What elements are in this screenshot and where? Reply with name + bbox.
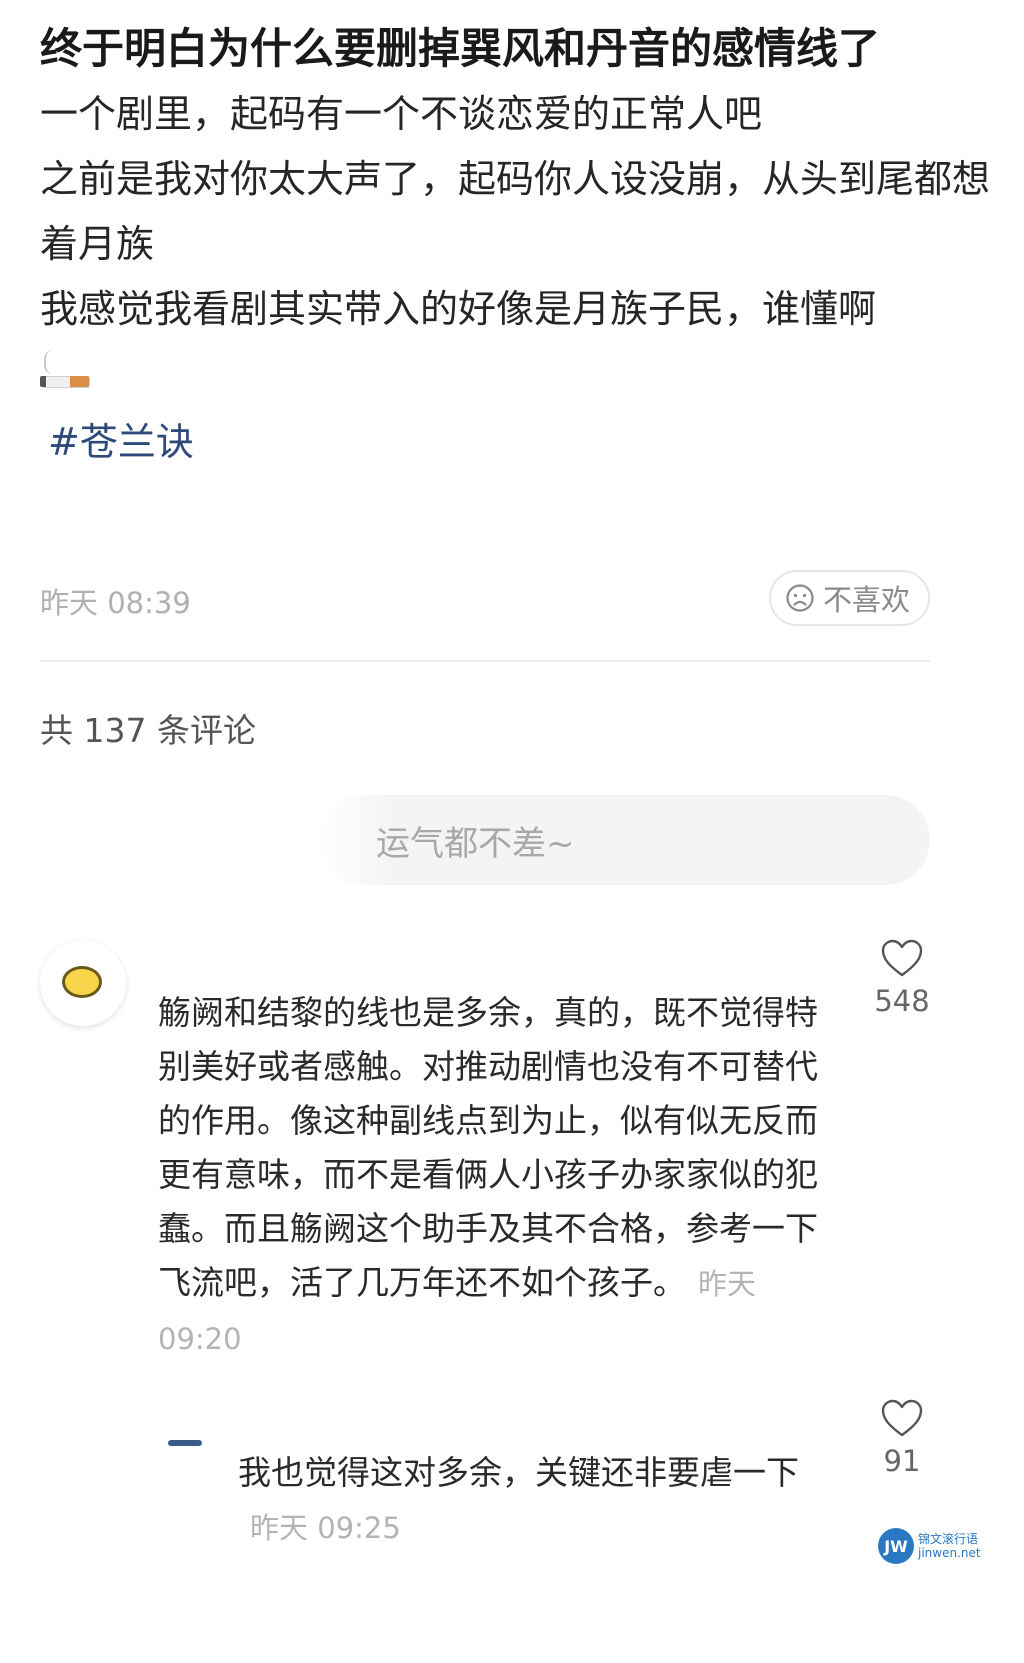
comment-count: 共 137 条评论 xyxy=(40,711,256,750)
comment-text: 觞阙和结黎的线也是多余，真的，既不觉得特别美好或者感触。对推动剧情也没有不可替代… xyxy=(158,986,848,1366)
post-line: 我感觉我看剧其实带入的好像是月族子民，谁懂啊 xyxy=(40,287,877,331)
hashtag-link[interactable]: #苍兰诀 xyxy=(40,412,990,472)
like-count: 548 xyxy=(874,984,930,1018)
post-meta: 昨天 08:39 不喜欢 xyxy=(40,570,930,626)
comment-body: 觞阙和结黎的线也是多余，真的，既不觉得特别美好或者感触。对推动剧情也没有不可替代… xyxy=(158,993,818,1302)
dislike-button[interactable]: 不喜欢 xyxy=(768,570,930,626)
cigarette-icon xyxy=(40,350,90,390)
avatar[interactable] xyxy=(162,1420,208,1454)
post-time: 昨天 08:39 xyxy=(40,586,191,620)
comment-input-placeholder: 运气都不差~ xyxy=(376,823,575,864)
comment-time: 昨天 09:25 xyxy=(250,1511,401,1545)
like-button[interactable]: 548 xyxy=(862,938,942,1018)
reply-text: 我也觉得这对多余，关键还非要虐一下昨天 09:25 xyxy=(238,1446,828,1555)
like-count: 91 xyxy=(883,1444,921,1478)
divider xyxy=(40,660,930,662)
watermark: JW 锦文滚行语 jinwen.net xyxy=(878,1526,1018,1566)
like-button[interactable]: 91 xyxy=(862,1398,942,1478)
comment-input[interactable]: 运气都不差~ xyxy=(318,795,930,885)
dislike-label: 不喜欢 xyxy=(822,583,910,617)
post: 终于明白为什么要删掉巽风和丹音的感情线了 一个剧里，起码有一个不谈恋爱的正常人吧… xyxy=(40,18,990,472)
post-line: 之前是我对你太大声了，起码你人设没崩，从头到尾都想着月族 xyxy=(40,157,991,266)
post-line: 一个剧里，起码有一个不谈恋爱的正常人吧 xyxy=(40,92,763,136)
frown-face-icon xyxy=(786,584,814,612)
avatar[interactable] xyxy=(40,940,126,1026)
heart-icon xyxy=(881,1399,923,1437)
watermark-site: jinwen.net xyxy=(918,1546,981,1560)
post-body: 一个剧里，起码有一个不谈恋爱的正常人吧 之前是我对你太大声了，起码你人设没崩，从… xyxy=(40,82,990,410)
comment-body: 我也觉得这对多余，关键还非要虐一下 xyxy=(238,1453,799,1492)
post-title: 终于明白为什么要删掉巽风和丹音的感情线了 xyxy=(40,24,881,73)
watermark-logo: JW xyxy=(878,1528,914,1564)
heart-icon xyxy=(881,939,923,977)
watermark-name: 锦文滚行语 xyxy=(918,1532,979,1546)
